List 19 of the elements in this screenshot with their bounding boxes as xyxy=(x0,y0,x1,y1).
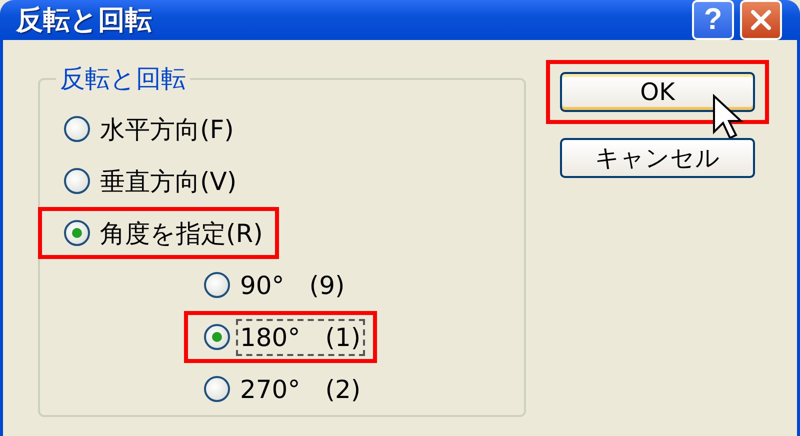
radio-option[interactable]: 90° (9) xyxy=(184,259,361,311)
radio-option[interactable]: 垂直方向(V) xyxy=(38,155,253,207)
help-button[interactable]: ? xyxy=(692,0,734,40)
radio-button[interactable] xyxy=(64,116,90,142)
dialog-button[interactable]: キャンセル xyxy=(560,138,755,178)
radio-button[interactable] xyxy=(64,220,90,246)
radio-option[interactable]: 水平方向(F) xyxy=(38,103,250,155)
close-button[interactable] xyxy=(740,0,782,40)
radio-option[interactable]: 角度を指定(R) xyxy=(38,207,279,259)
dialog-button[interactable]: OK xyxy=(560,72,755,112)
group-title: 反転と回転 xyxy=(59,63,187,95)
radio-option[interactable]: 180° (1) xyxy=(184,311,377,363)
close-icon xyxy=(749,8,773,32)
window-title: 反転と回転 xyxy=(16,4,152,38)
radio-button[interactable] xyxy=(204,376,230,402)
radio-option[interactable]: 270° (2) xyxy=(184,363,377,415)
radio-button[interactable] xyxy=(204,324,230,350)
radio-button[interactable] xyxy=(64,168,90,194)
radio-button[interactable] xyxy=(204,272,230,298)
